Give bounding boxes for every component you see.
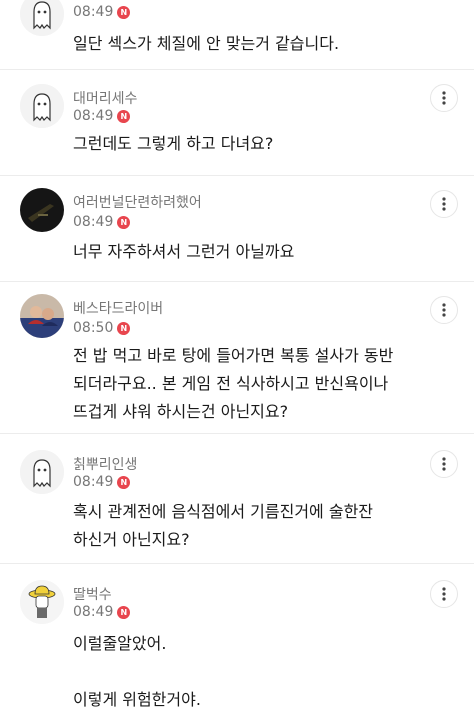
comment-text-line: 하신거 아닌지요? xyxy=(73,530,190,549)
comment-text-line: 뜨겁게 샤워 하시는건 아닌지요? xyxy=(73,402,289,421)
more-vertical-icon xyxy=(442,457,446,471)
comment-body: 너무 자주하셔서 그런거 아닐까요 xyxy=(73,238,461,266)
comment-text-line: 일단 섹스가 체질에 안 맞는거 같습니다. xyxy=(73,34,340,53)
new-badge: N xyxy=(117,475,131,489)
comment-time: 08:49 xyxy=(73,4,114,20)
comment-item: 딸벅수 08:49 N 이럴줄알았어. 이렇게 위험한거야. xyxy=(0,564,474,719)
ghost-avatar-icon[interactable] xyxy=(20,0,64,36)
photo-avatar[interactable] xyxy=(20,294,64,338)
comment-text-line: 전 밥 먹고 바로 탕에 들어가면 복통 설사가 동반 xyxy=(73,346,394,365)
more-vertical-icon xyxy=(442,197,446,211)
more-vertical-icon xyxy=(442,587,446,601)
comment-nickname[interactable]: 딸벅수 xyxy=(73,584,112,604)
comment-text-line: 너무 자주하셔서 그런거 아닐까요 xyxy=(73,242,295,261)
comment-text-line: 되더라구요.. 본 게임 전 식사하시고 반신욕이나 xyxy=(73,374,389,393)
new-badge: N xyxy=(117,5,131,19)
more-vertical-icon xyxy=(442,91,446,105)
comment-text-line: 이럴줄알았어. xyxy=(73,634,167,653)
comment-nickname[interactable]: 대머리세수 xyxy=(73,88,137,108)
comment-meta: 08:49 N xyxy=(73,474,131,490)
comment-body: 이럴줄알았어. 이렇게 위험한거야. xyxy=(73,630,461,714)
comment-meta: 08:50 N xyxy=(73,320,131,336)
comment-item: 08:49 N 일단 섹스가 체질에 안 맞는거 같습니다. xyxy=(0,0,474,70)
ghost-avatar-icon[interactable] xyxy=(20,84,64,128)
new-badge: N xyxy=(117,109,131,123)
comment-item: 베스타드라이버 08:50 N 전 밥 먹고 바로 탕에 들어가면 복통 설사가… xyxy=(0,282,474,434)
hat-avatar-icon[interactable] xyxy=(20,580,64,624)
comment-item: 여러번널단련하려했어 08:49 N 너무 자주하셔서 그런거 아닐까요 xyxy=(0,176,474,282)
comment-time: 08:49 xyxy=(73,474,114,490)
comment-meta: 08:49 N xyxy=(73,108,131,124)
more-options-button[interactable] xyxy=(430,84,458,112)
ghost-avatar-icon[interactable] xyxy=(20,450,64,494)
comment-nickname[interactable]: 베스타드라이버 xyxy=(73,298,163,318)
comment-time: 08:49 xyxy=(73,108,114,124)
comment-feed: 08:49 N 일단 섹스가 체질에 안 맞는거 같습니다. 대머리세수 08:… xyxy=(0,0,474,719)
comment-time: 08:50 xyxy=(73,320,114,336)
comment-nickname[interactable]: 칡뿌리인생 xyxy=(73,454,137,474)
comment-body: 혹시 관계전에 음식점에서 기름진거에 술한잔 하신거 아닌지요? xyxy=(73,498,461,554)
more-options-button[interactable] xyxy=(430,450,458,478)
more-options-button[interactable] xyxy=(430,190,458,218)
comment-nickname[interactable]: 여러번널단련하려했어 xyxy=(73,192,202,212)
more-options-button[interactable] xyxy=(430,580,458,608)
comment-item: 대머리세수 08:49 N 그런데도 그렇게 하고 다녀요? xyxy=(0,70,474,176)
more-vertical-icon xyxy=(442,303,446,317)
comment-text-line: 혹시 관계전에 음식점에서 기름진거에 술한잔 xyxy=(73,502,374,521)
comment-body: 일단 섹스가 체질에 안 맞는거 같습니다. xyxy=(73,30,461,58)
new-badge: N xyxy=(117,321,131,335)
comment-text-line xyxy=(73,658,461,686)
comment-text-line: 이렇게 위험한거야. xyxy=(73,690,201,709)
comment-item: 칡뿌리인생 08:49 N 혹시 관계전에 음식점에서 기름진거에 술한잔 하신… xyxy=(0,434,474,564)
more-options-button[interactable] xyxy=(430,296,458,324)
comment-meta: 08:49 N xyxy=(73,214,131,230)
comment-meta: 08:49 N xyxy=(73,4,131,20)
comment-body: 그런데도 그렇게 하고 다녀요? xyxy=(73,130,461,158)
comment-time: 08:49 xyxy=(73,214,114,230)
dark-photo-avatar[interactable] xyxy=(20,188,64,232)
comment-meta: 08:49 N xyxy=(73,604,131,620)
new-badge: N xyxy=(117,605,131,619)
comment-body: 전 밥 먹고 바로 탕에 들어가면 복통 설사가 동반 되더라구요.. 본 게임… xyxy=(73,342,461,426)
comment-text-line: 그런데도 그렇게 하고 다녀요? xyxy=(73,134,274,153)
new-badge: N xyxy=(117,215,131,229)
comment-time: 08:49 xyxy=(73,604,114,620)
